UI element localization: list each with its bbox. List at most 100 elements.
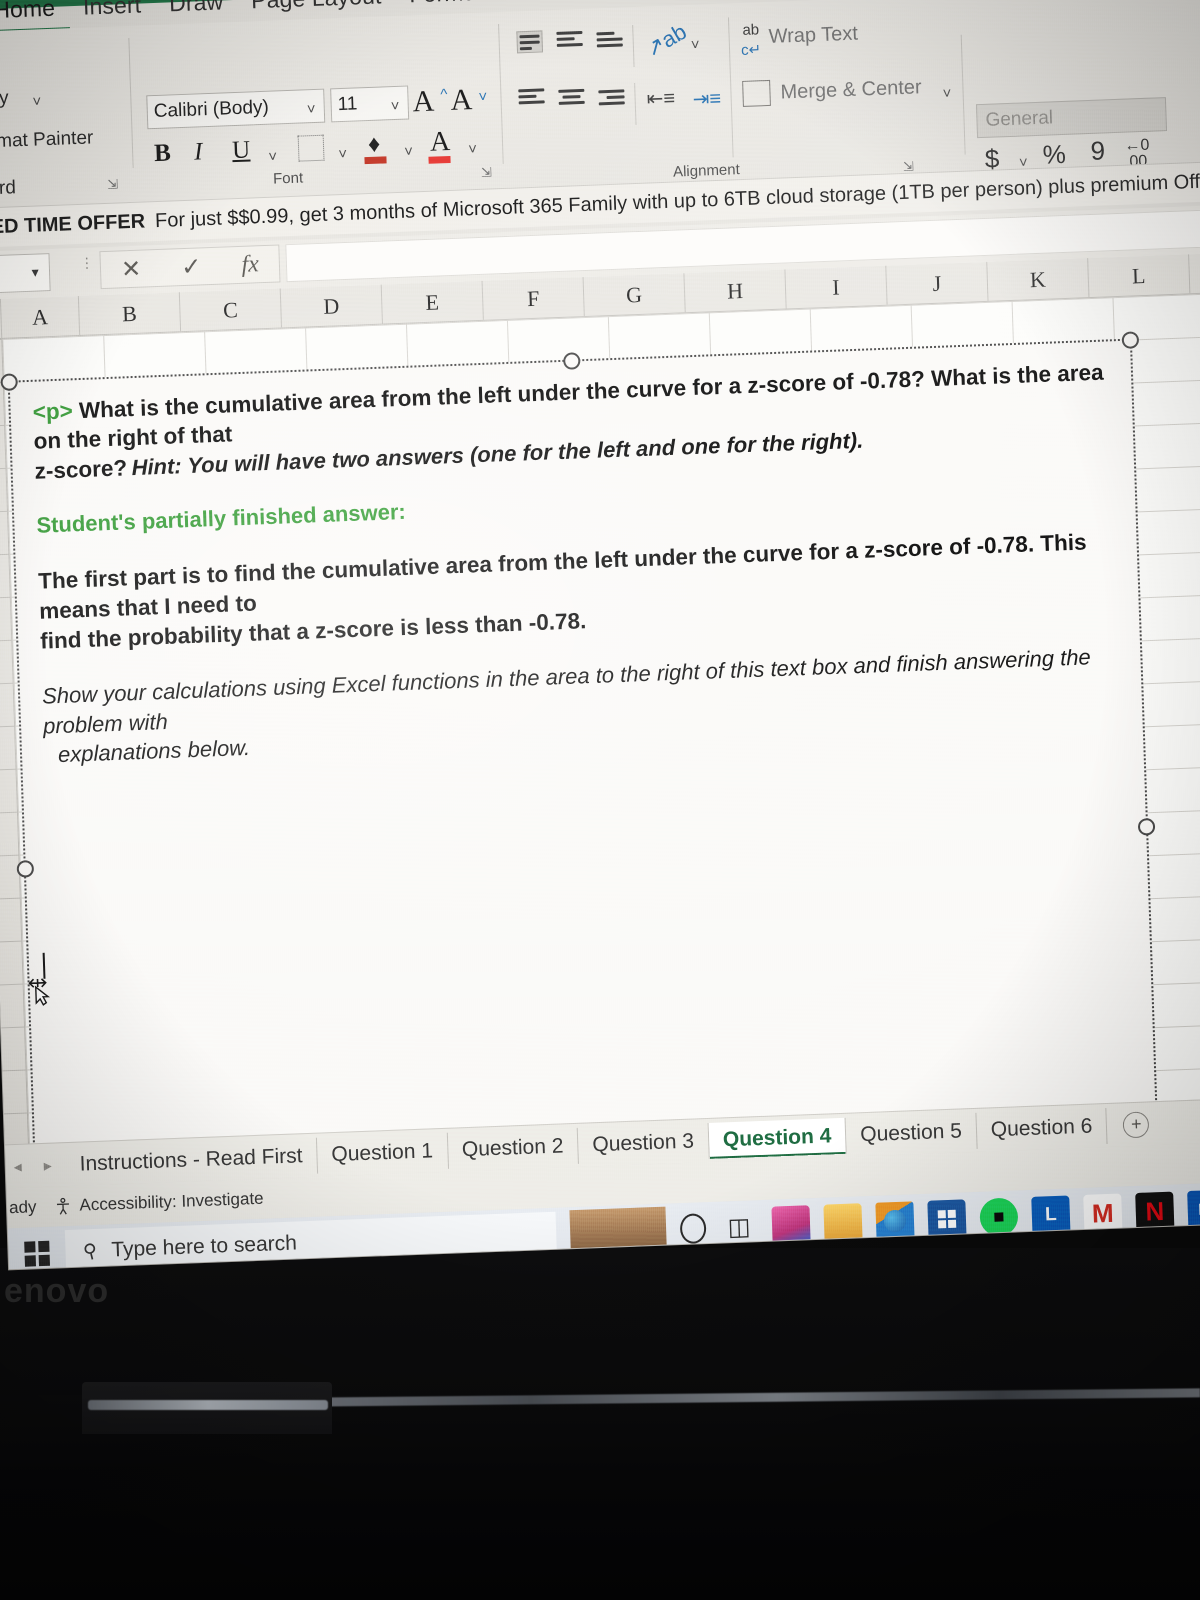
sheet-tab-question-5[interactable]: Question 5 (845, 1112, 978, 1154)
column-header-A[interactable]: A (0, 295, 81, 338)
microsoft-edge-icon[interactable] (875, 1201, 915, 1241)
align-center-button[interactable] (558, 88, 585, 112)
linkedin-icon[interactable]: L (1031, 1195, 1071, 1235)
font-group-label: Font (272, 169, 304, 188)
merge-and-center-button[interactable]: Merge & Center (780, 76, 922, 104)
increase-font-size-caret-icon: ^ (440, 86, 448, 104)
borders-chevron-down-icon[interactable]: ˅ (338, 146, 347, 163)
bold-button[interactable]: B (154, 139, 172, 168)
decrease-font-size-caret-icon: ˅ (478, 88, 488, 106)
format-painter-button[interactable]: Format Painter (0, 127, 94, 154)
orientation-chevron-down-icon[interactable]: ˅ (691, 37, 700, 54)
clipboard-dialog-launcher-icon[interactable]: ⇲ (107, 176, 118, 192)
font-color-icon[interactable]: A (429, 126, 450, 159)
group-divider (727, 17, 734, 158)
merge-center-chevron-down-icon[interactable]: ˅ (942, 85, 951, 102)
column-header-F[interactable]: F (482, 277, 585, 320)
font-color-swatch[interactable] (428, 155, 451, 164)
fill-color-icon[interactable]: ♦ (368, 131, 381, 159)
number-format-value: General (985, 107, 1054, 131)
italic-button[interactable]: I (194, 138, 203, 166)
comma-style-button[interactable]: 9 (1090, 135, 1105, 167)
ribbon-tab-insert[interactable]: Insert (69, 0, 156, 27)
align-top-button[interactable] (516, 30, 544, 54)
netflix-icon[interactable]: N (1135, 1191, 1175, 1231)
column-header-C[interactable]: C (179, 288, 283, 332)
percent-style-button[interactable]: % (1042, 139, 1066, 171)
copy-button[interactable]: Copy (0, 87, 9, 111)
column-header-D[interactable]: D (280, 284, 383, 328)
mouse-cursor (27, 972, 62, 1007)
column-header-E[interactable]: E (381, 280, 484, 324)
column-header-J[interactable]: J (886, 261, 989, 305)
decrease-indent-icon[interactable]: ⇤≡ (646, 85, 675, 111)
sheet-tab-question-1[interactable]: Question 1 (316, 1132, 449, 1174)
formula-bar-drag-handle[interactable]: ⋮ (80, 254, 95, 271)
underline-button[interactable]: U (232, 136, 251, 165)
borders-icon[interactable] (297, 134, 325, 162)
text-box-shape[interactable]: <p> What is the cumulative area from the… (0, 331, 1158, 1151)
column-header-B[interactable]: B (78, 292, 182, 335)
column-header-K[interactable]: K (987, 258, 1090, 301)
gmail-icon[interactable]: M (1083, 1193, 1123, 1233)
wrap-text-button[interactable]: Wrap Text (768, 23, 858, 49)
group-divider (960, 34, 966, 155)
merge-center-icon[interactable] (742, 79, 771, 107)
underline-chevron-down-icon[interactable]: ˅ (268, 148, 277, 165)
font-size-value: 11 (337, 93, 358, 116)
shape-handle-middle-left[interactable] (16, 860, 35, 878)
align-middle-button[interactable] (556, 30, 583, 54)
insert-function-icon[interactable]: fx (241, 251, 259, 279)
font-name-select[interactable]: Calibri (Body) (146, 88, 326, 130)
alignment-group-label: Alignment (672, 161, 741, 181)
task-view-icon[interactable]: ◫ (719, 1207, 758, 1246)
spotify-icon[interactable]: ⏹ (979, 1197, 1019, 1237)
html-tag-text: <p> (32, 398, 74, 425)
align-left-button[interactable] (518, 88, 545, 111)
font-dialog-launcher-icon[interactable]: ⇲ (481, 164, 492, 180)
column-header-L[interactable]: L (1088, 254, 1191, 298)
font-name-chevron-down-icon[interactable]: ˅ (307, 101, 316, 118)
mail-icon[interactable]: ✉ (1187, 1189, 1200, 1230)
number-format-select[interactable]: General (975, 97, 1167, 139)
align-right-button[interactable] (598, 89, 625, 112)
copy-chevron-down-icon[interactable]: ˅ (32, 93, 41, 110)
photos-icon[interactable] (771, 1205, 811, 1245)
sheet-tab-question-6[interactable]: Question 6 (976, 1107, 1108, 1149)
file-explorer-icon[interactable] (823, 1203, 863, 1243)
windows-start-icon[interactable] (8, 1240, 66, 1267)
font-color-chevron-down-icon[interactable]: ˅ (468, 141, 477, 158)
column-header-I[interactable]: I (785, 265, 888, 309)
cortana-icon[interactable] (679, 1213, 707, 1245)
increase-indent-icon[interactable]: ⇥≡ (692, 86, 721, 112)
name-box[interactable]: 1 ▼ (0, 253, 51, 295)
align-bottom-button[interactable] (596, 31, 623, 54)
sheet-nav-arrows[interactable]: ◂ ▸ (5, 1155, 66, 1177)
sheet-tab-instructions[interactable]: Instructions - Read First (65, 1137, 319, 1183)
column-header-H[interactable]: H (684, 269, 787, 313)
fill-color-swatch[interactable] (364, 156, 387, 165)
sheet-tab-question-3[interactable]: Question 3 (577, 1122, 710, 1164)
font-name-value: Calibri (Body) (153, 96, 270, 123)
decrease-font-size-button[interactable]: A (450, 83, 473, 118)
sheet-tab-question-2[interactable]: Question 2 (447, 1127, 580, 1169)
orientation-icon[interactable]: ↗ab (641, 19, 691, 63)
excel-window: ⚲ Search (Alt+Q) Home Insert Draw Page L… (0, 0, 1200, 1270)
increase-font-size-button[interactable]: A (412, 85, 435, 120)
sheet-nav-next-icon[interactable]: ▸ (43, 1155, 52, 1175)
microsoft-store-icon[interactable] (927, 1199, 967, 1239)
fill-color-chevron-down-icon[interactable]: ˅ (404, 143, 413, 160)
worksheet-grid[interactable]: A B C D E F G H I J K L <p> What is the … (0, 252, 1200, 1151)
column-header-G[interactable]: G (583, 273, 686, 317)
sheet-nav-prev-icon[interactable]: ◂ (13, 1156, 22, 1176)
name-box-chevron-down-icon[interactable]: ▼ (29, 265, 41, 279)
ribbon-tab-draw[interactable]: Draw (155, 0, 238, 24)
formula-bar-buttons: ✕ ✓ fx (99, 244, 281, 290)
font-size-chevron-down-icon[interactable]: ˅ (390, 98, 399, 115)
sheet-tab-question-4[interactable]: Question 4 (708, 1117, 847, 1159)
add-sheet-button[interactable]: + (1122, 1110, 1150, 1138)
accessibility-status[interactable]: Accessibility: Investigate (54, 1189, 264, 1217)
group-divider (128, 37, 134, 168)
confirm-icon[interactable]: ✓ (181, 252, 202, 282)
cancel-icon[interactable]: ✕ (121, 254, 142, 284)
